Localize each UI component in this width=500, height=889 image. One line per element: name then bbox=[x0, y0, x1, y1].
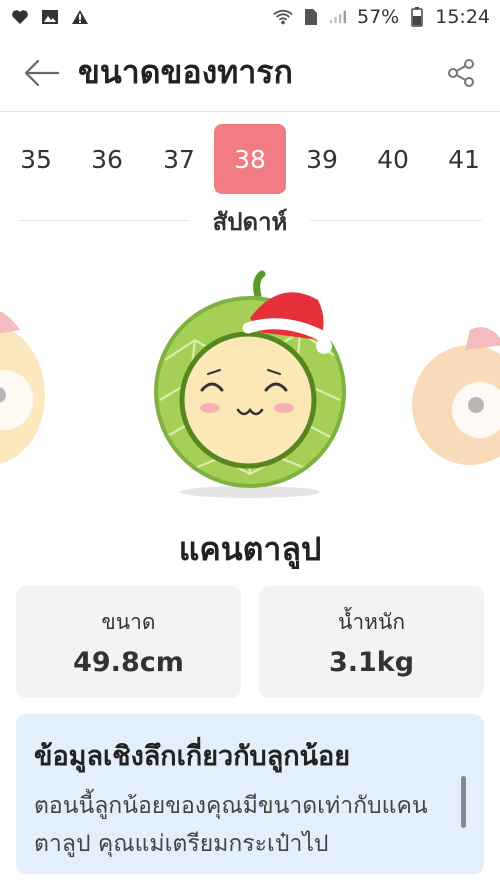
warning-icon bbox=[70, 7, 90, 27]
baby-insight-card[interactable]: ข้อมูลเชิงลึกเกี่ยวกับลูกน้อย ตอนนี้ลูกน… bbox=[16, 714, 484, 874]
weight-value: 3.1kg bbox=[328, 647, 415, 678]
week-36[interactable]: 36 bbox=[71, 124, 143, 194]
insight-title: ข้อมูลเชิงลึกเกี่ยวกับลูกน้อย bbox=[34, 741, 351, 772]
fruit-carousel[interactable] bbox=[0, 250, 500, 500]
wifi-icon bbox=[273, 7, 293, 27]
battery-icon bbox=[407, 7, 427, 27]
week-38-selected[interactable]: 38 bbox=[214, 124, 286, 194]
week-40[interactable]: 40 bbox=[357, 124, 429, 194]
clock: 15:24 bbox=[435, 6, 490, 28]
week-41[interactable]: 41 bbox=[428, 124, 500, 194]
week-label: สัปดาห์ bbox=[212, 208, 288, 236]
status-bar: 57% 15:24 bbox=[0, 0, 500, 34]
app-bar: ขนาดของทารก bbox=[0, 34, 500, 112]
status-notifications bbox=[10, 7, 90, 27]
share-button[interactable] bbox=[436, 48, 486, 98]
battery-percent: 57% bbox=[357, 6, 400, 28]
previous-fruit-image[interactable] bbox=[0, 300, 50, 474]
sim-icon bbox=[301, 7, 321, 27]
week-35[interactable]: 35 bbox=[0, 124, 72, 194]
insight-body: ตอนนี้ลูกน้อยของคุณมีขนาดเท่ากับแคนตาลูป… bbox=[34, 793, 428, 857]
signal-icon bbox=[329, 7, 349, 27]
week-selector: 35 36 37 38 39 40 41 bbox=[0, 118, 500, 198]
heart-icon bbox=[10, 7, 30, 27]
cantaloupe-image bbox=[150, 260, 350, 504]
week-37[interactable]: 37 bbox=[143, 124, 215, 194]
size-value: 49.8cm bbox=[73, 647, 184, 678]
weight-label: น้ำหนัก bbox=[337, 610, 406, 634]
next-fruit-image[interactable] bbox=[410, 310, 500, 484]
size-card: ขนาด 49.8cm bbox=[16, 586, 241, 698]
page-title: ขนาดของทารก bbox=[78, 53, 293, 91]
image-icon bbox=[40, 7, 60, 27]
back-button[interactable] bbox=[12, 43, 72, 103]
share-icon bbox=[448, 58, 474, 87]
fruit-name: แคนตาลูป bbox=[178, 530, 322, 568]
status-system: 57% 15:24 bbox=[273, 6, 490, 28]
scrollbar-thumb[interactable] bbox=[461, 776, 466, 828]
week-39[interactable]: 39 bbox=[286, 124, 358, 194]
arrow-left-icon bbox=[24, 59, 60, 86]
weight-card: น้ำหนัก 3.1kg bbox=[259, 586, 484, 698]
size-label: ขนาด bbox=[101, 610, 156, 634]
